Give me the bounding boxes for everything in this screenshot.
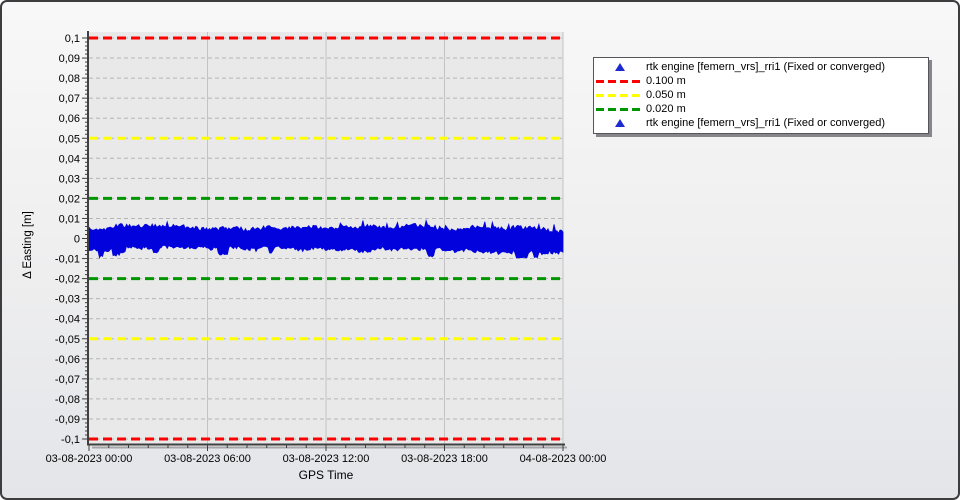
- triangle-marker-icon: [594, 119, 646, 127]
- y-tick-label: -0,07: [55, 374, 80, 386]
- dashed-line-icon: [594, 94, 646, 97]
- y-tick-label: 0,04: [59, 153, 80, 165]
- legend-entry-label: rtk engine [femern_vrs]_rri1 (Fixed or c…: [646, 117, 885, 129]
- y-tick-label: -0,01: [55, 254, 80, 266]
- dashed-line-icon: [596, 94, 644, 97]
- legend-row: 0.020 m: [594, 102, 928, 116]
- triangle-marker-icon: [594, 63, 646, 71]
- y-tick-label: -0,02: [55, 274, 80, 286]
- triangle-marker-icon: [615, 119, 625, 127]
- y-tick-label: 0,03: [59, 173, 80, 185]
- y-tick-label: 0,1: [65, 33, 80, 45]
- y-tick-label: 0,02: [59, 193, 80, 205]
- x-tick-label: 04-08-2023 00:00: [520, 453, 607, 465]
- y-tick-label: 0,05: [59, 133, 80, 145]
- legend-box: rtk engine [femern_vrs]_rri1 (Fixed or c…: [593, 57, 929, 134]
- y-tick-label: -0,06: [55, 354, 80, 366]
- x-tick-label: 03-08-2023 12:00: [283, 453, 370, 465]
- x-axis-title: GPS Time: [89, 468, 563, 482]
- y-tick-label: -0,05: [55, 334, 80, 346]
- y-tick-label: -0,1: [61, 434, 80, 446]
- legend-entry-label: 0.020 m: [646, 103, 686, 115]
- legend-entry-label: 0.050 m: [646, 89, 686, 101]
- y-tick-label: -0,04: [55, 314, 80, 326]
- legend-row: rtk engine [femern_vrs]_rri1 (Fixed or c…: [594, 60, 928, 74]
- legend-row: 0.050 m: [594, 88, 928, 102]
- y-tick-label: -0,08: [55, 394, 80, 406]
- x-tick-label: 03-08-2023 18:00: [401, 453, 488, 465]
- y-tick-label: -0,03: [55, 294, 80, 306]
- dashed-line-icon: [594, 80, 646, 83]
- legend-row: 0.100 m: [594, 74, 928, 88]
- legend-row: rtk engine [femern_vrs]_rri1 (Fixed or c…: [594, 116, 928, 130]
- chart-panel: 0,1 0,09 0,08 0,07 0,06 0,05 0,04 0,03 0,02 0,01 0…: [0, 0, 960, 500]
- x-tick-label: 03-08-2023 06:00: [164, 453, 251, 465]
- dashed-line-icon: [594, 108, 646, 111]
- y-axis-title: Δ Easting [m]: [22, 211, 34, 279]
- y-tick-label: -0,09: [55, 414, 80, 426]
- y-tick-label: 0,06: [59, 113, 80, 125]
- y-tick-label: 0: [74, 234, 80, 246]
- y-tick-label: 0,07: [59, 93, 80, 105]
- legend-entry-label: rtk engine [femern_vrs]_rri1 (Fixed or c…: [646, 61, 885, 73]
- y-tick-label: 0,01: [59, 213, 80, 225]
- triangle-marker-icon: [615, 63, 625, 71]
- dashed-line-icon: [596, 108, 644, 111]
- y-tick-label: 0,09: [59, 53, 80, 65]
- legend-entry-label: 0.100 m: [646, 75, 686, 87]
- dashed-line-icon: [596, 80, 644, 83]
- x-tick-label: 03-08-2023 00:00: [46, 453, 133, 465]
- y-tick-label: 0,08: [59, 73, 80, 85]
